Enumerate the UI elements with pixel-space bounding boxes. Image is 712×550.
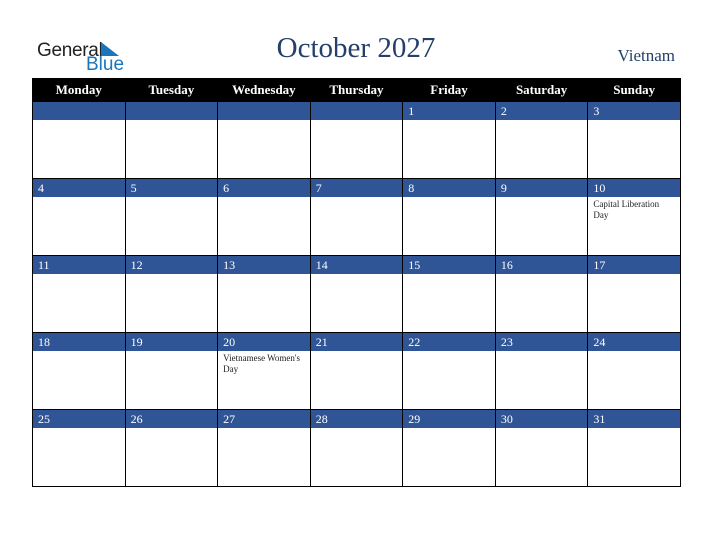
day-number: 26 xyxy=(125,410,218,428)
day-number: 20 xyxy=(218,333,310,351)
day-number: 28 xyxy=(310,410,403,428)
day-number: 11 xyxy=(33,256,125,274)
day-number: 23 xyxy=(495,333,588,351)
day-cell[interactable]: 24 xyxy=(587,332,681,410)
day-number: 7 xyxy=(310,179,403,197)
day-cell[interactable]: 20 Vietnamese Women's Day xyxy=(217,332,311,410)
day-cell[interactable]: 31 xyxy=(587,409,681,487)
day-cell[interactable] xyxy=(32,101,126,179)
day-cell[interactable]: 11 xyxy=(32,255,126,333)
day-cell[interactable] xyxy=(124,101,219,179)
weekday-header: Wednesday xyxy=(217,78,311,102)
weekday-header: Tuesday xyxy=(124,78,219,102)
day-cell[interactable]: 7 xyxy=(309,178,404,256)
day-number: 13 xyxy=(218,256,310,274)
country-label: Vietnam xyxy=(617,46,675,65)
day-number xyxy=(310,102,403,120)
day-cell[interactable] xyxy=(217,101,311,179)
day-number: 8 xyxy=(403,179,495,197)
day-cell[interactable]: 8 xyxy=(402,178,496,256)
day-number: 17 xyxy=(588,256,680,274)
day-number: 1 xyxy=(403,102,495,120)
day-cell[interactable]: 10 Capital Liberation Day xyxy=(587,178,681,256)
weekday-header: Thursday xyxy=(309,78,404,102)
day-number: 29 xyxy=(403,410,495,428)
week-row: 123 xyxy=(32,101,681,179)
day-number: 4 xyxy=(33,179,125,197)
day-cell[interactable]: 15 xyxy=(402,255,496,333)
day-cell[interactable]: 12 xyxy=(124,255,219,333)
day-number: 30 xyxy=(495,410,588,428)
day-cell[interactable]: 9 xyxy=(494,178,589,256)
day-number: 18 xyxy=(33,333,125,351)
day-number: 10 xyxy=(588,179,680,197)
weekday-header-row: Monday Tuesday Wednesday Thursday Friday… xyxy=(32,78,681,102)
day-number: 3 xyxy=(588,102,680,120)
day-cell[interactable]: 25 xyxy=(32,409,126,487)
day-cell[interactable]: 18 xyxy=(32,332,126,410)
day-number: 31 xyxy=(588,410,680,428)
day-number: 5 xyxy=(125,179,218,197)
day-cell[interactable]: 4 xyxy=(32,178,126,256)
day-cell[interactable]: 27 xyxy=(217,409,311,487)
day-cell[interactable]: 3 xyxy=(587,101,681,179)
day-number: 6 xyxy=(218,179,310,197)
day-number: 27 xyxy=(218,410,310,428)
day-number: 25 xyxy=(33,410,125,428)
holiday-label: Vietnamese Women's Day xyxy=(223,353,301,374)
week-row: 4 5 6 7 8 9 10 Capital Liberation Day xyxy=(32,178,681,256)
day-number: 24 xyxy=(588,333,680,351)
day-cell[interactable]: 29 xyxy=(402,409,496,487)
day-cell[interactable]: 6 xyxy=(217,178,311,256)
day-cell[interactable]: 22 xyxy=(402,332,496,410)
day-number: 15 xyxy=(403,256,495,274)
day-cell[interactable]: 19 xyxy=(124,332,219,410)
day-cell[interactable]: 21 xyxy=(309,332,404,410)
day-cell[interactable] xyxy=(309,101,404,179)
day-number xyxy=(125,102,218,120)
day-cell[interactable]: 2 xyxy=(494,101,589,179)
week-row: 11 12 13 14 15 16 17 xyxy=(32,255,681,333)
weekday-header: Friday xyxy=(402,78,496,102)
day-number xyxy=(218,102,310,120)
day-cell[interactable]: 1 xyxy=(402,101,496,179)
day-cell[interactable]: 14 xyxy=(309,255,404,333)
day-number: 19 xyxy=(125,333,218,351)
day-number: 21 xyxy=(310,333,403,351)
calendar-grid: Monday Tuesday Wednesday Thursday Friday… xyxy=(32,78,681,487)
day-number: 9 xyxy=(495,179,588,197)
day-number: 12 xyxy=(125,256,218,274)
day-cell[interactable]: 13 xyxy=(217,255,311,333)
week-row: 18 19 20 Vietnamese Women's Day 21 22 23 24 xyxy=(32,332,681,410)
weekday-header: Saturday xyxy=(494,78,589,102)
page-title: October 2027 xyxy=(276,32,436,64)
week-row: 25 26 27 28 29 30 31 xyxy=(32,409,681,487)
day-number: 22 xyxy=(403,333,495,351)
day-number: 14 xyxy=(310,256,403,274)
weekday-header: Monday xyxy=(32,78,126,102)
day-number xyxy=(33,102,125,120)
day-cell[interactable]: 16 xyxy=(494,255,589,333)
day-cell[interactable]: 30 xyxy=(494,409,589,487)
day-cell[interactable]: 17 xyxy=(587,255,681,333)
holiday-label: Capital Liberation Day xyxy=(593,199,660,220)
day-cell[interactable]: 28 xyxy=(309,409,404,487)
weekday-header: Sunday xyxy=(587,78,681,102)
day-number: 16 xyxy=(495,256,588,274)
day-cell[interactable]: 26 xyxy=(124,409,219,487)
day-cell[interactable]: 5 xyxy=(124,178,219,256)
day-number: 2 xyxy=(495,102,588,120)
day-cell[interactable]: 23 xyxy=(494,332,589,410)
